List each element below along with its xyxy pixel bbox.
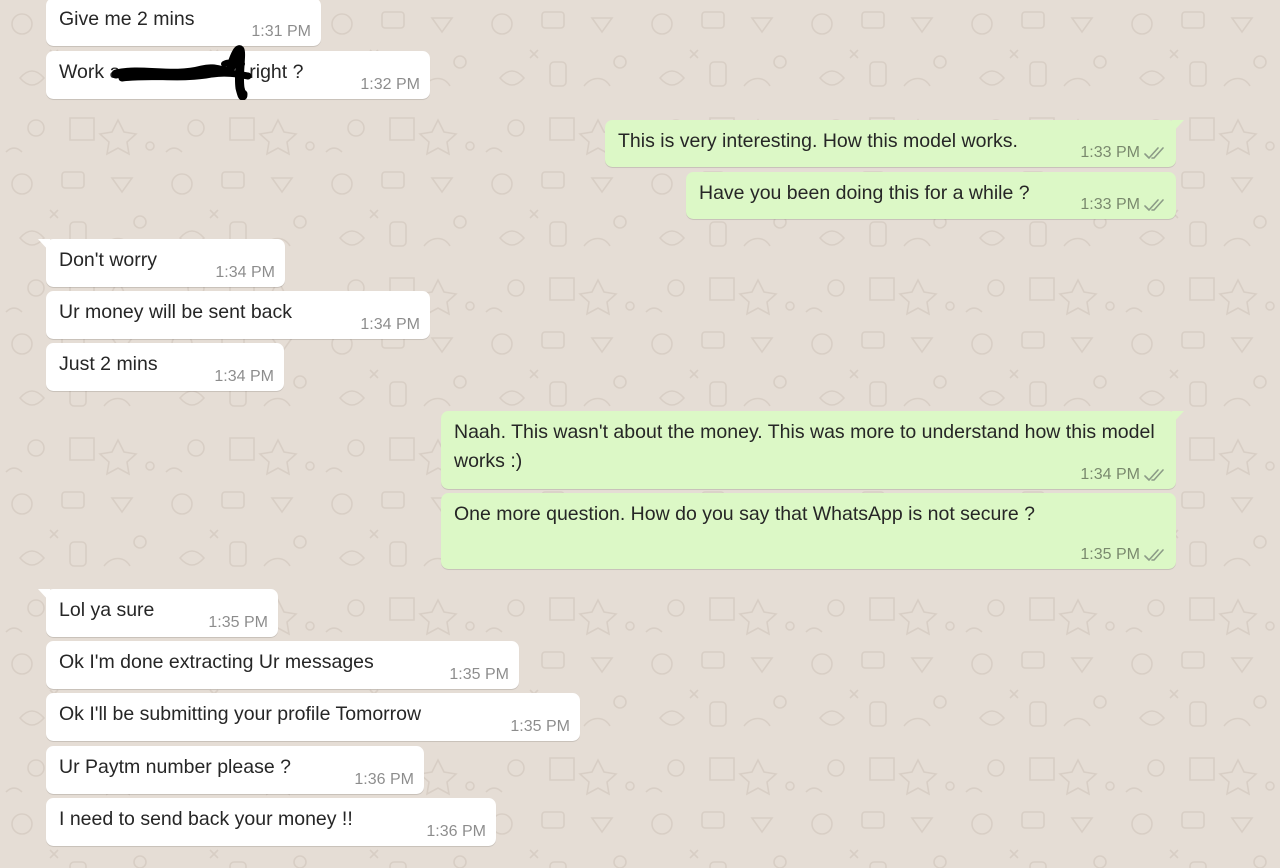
message-outgoing[interactable]: One more question. How do you say that W… (441, 493, 1176, 569)
message-time: 1:32 PM (360, 76, 420, 93)
redaction-scribble (112, 45, 252, 100)
message-text-after-redaction: right ? (249, 61, 304, 83)
message-time: 1:33 PM (1080, 195, 1166, 215)
message-incoming[interactable]: Give me 2 mins 1:31 PM (46, 0, 321, 46)
double-check-icon (1144, 199, 1164, 211)
message-outgoing[interactable]: Have you been doing this for a while ? 1… (686, 172, 1176, 219)
message-text: I need to send back your money !! (59, 808, 353, 830)
message-incoming[interactable]: Don't worry 1:34 PM (38, 239, 285, 287)
message-text: Ok I'm done extracting Ur messages (59, 651, 374, 673)
message-time: 1:34 PM (214, 368, 274, 385)
message-time: 1:34 PM (215, 264, 275, 281)
message-outgoing[interactable]: This is very interesting. How this model… (605, 120, 1184, 167)
bubble-tail (1172, 120, 1184, 133)
message-time: 1:35 PM (1080, 545, 1166, 565)
double-check-icon (1144, 469, 1164, 481)
double-check-icon (1144, 147, 1164, 159)
message-time: 1:34 PM (1080, 465, 1166, 485)
message-incoming[interactable]: Ok I'm done extracting Ur messages 1:35 … (46, 641, 519, 689)
message-incoming[interactable]: Ur money will be sent back 1:34 PM (46, 291, 430, 339)
message-text: One more question. How do you say that W… (454, 503, 1035, 525)
bubble-tail (38, 239, 50, 252)
message-incoming[interactable]: Ur Paytm number please ? 1:36 PM (46, 746, 424, 794)
double-check-icon (1144, 549, 1164, 561)
message-incoming[interactable]: I need to send back your money !! 1:36 P… (46, 798, 496, 846)
message-time: 1:33 PM (1080, 143, 1166, 163)
message-time: 1:36 PM (426, 823, 486, 840)
message-time: 1:36 PM (354, 771, 414, 788)
message-list: Give me 2 mins 1:31 PM Work a right ? 1:… (0, 0, 1280, 868)
message-outgoing[interactable]: Naah. This wasn't about the money. This … (441, 411, 1184, 489)
bubble-tail (1172, 411, 1184, 424)
message-time: 1:31 PM (251, 23, 311, 40)
message-text: Naah. This wasn't about the money. This … (454, 421, 1155, 472)
message-incoming[interactable]: Ok I'll be submitting your profile Tomor… (46, 693, 580, 741)
message-time: 1:35 PM (449, 666, 509, 683)
message-incoming[interactable]: Lol ya sure 1:35 PM (38, 589, 278, 637)
message-incoming[interactable]: Just 2 mins 1:34 PM (46, 343, 284, 391)
message-time: 1:34 PM (360, 316, 420, 333)
message-time: 1:35 PM (208, 614, 268, 631)
bubble-tail (38, 589, 50, 602)
message-time: 1:35 PM (510, 718, 570, 735)
message-text: Ok I'll be submitting your profile Tomor… (59, 703, 422, 725)
